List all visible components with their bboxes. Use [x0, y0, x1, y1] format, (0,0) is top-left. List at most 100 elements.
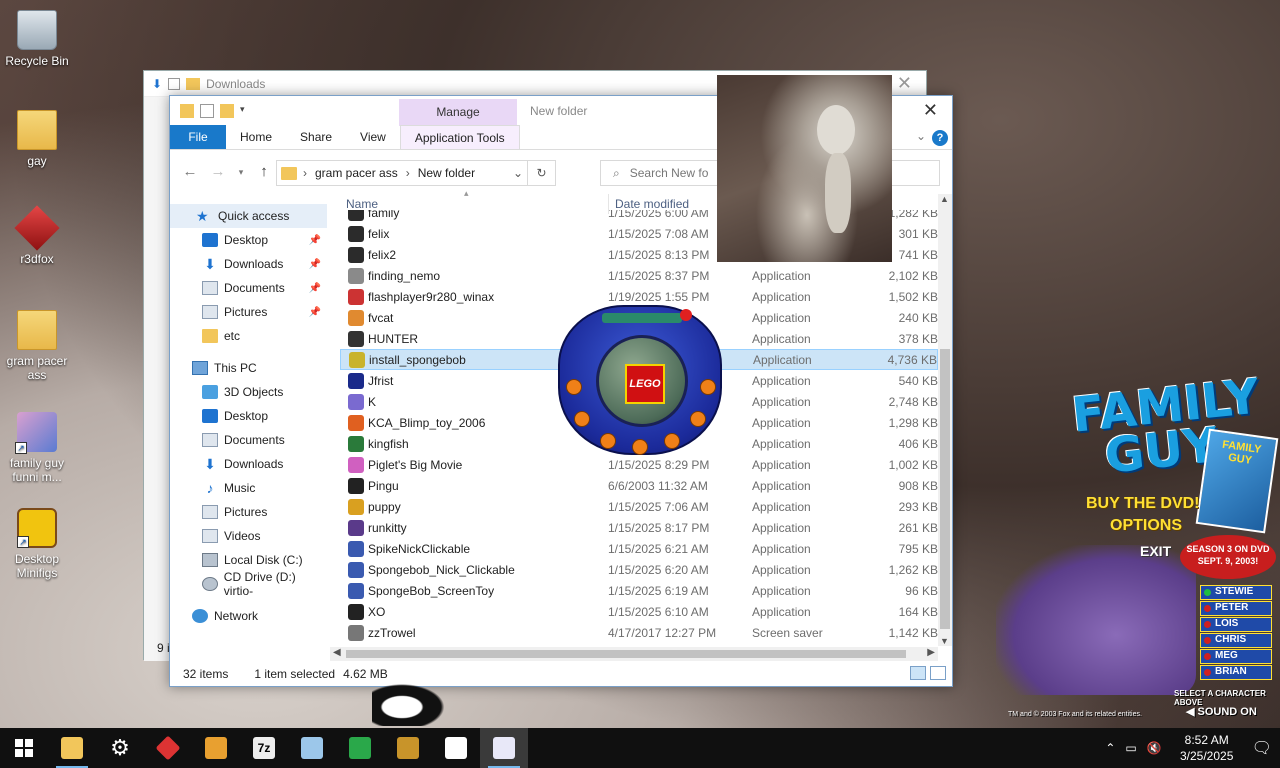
nav-pictures-pinned[interactable]: Pictures 📌 [170, 300, 327, 324]
scroll-thumb[interactable] [940, 349, 950, 629]
clock[interactable]: 8:52 AM 3/25/2025 [1172, 732, 1242, 764]
taskbar-minifigs[interactable] [384, 728, 432, 768]
character-peter[interactable]: PETER [1200, 601, 1272, 616]
file-row[interactable]: finding_nemo 1/15/2025 8:37 PM Application… [340, 265, 938, 286]
file-row[interactable]: Spongebob_Nick_Clickable 1/15/2025 6:20 A… [340, 559, 938, 580]
refresh-icon[interactable]: ↻ [527, 161, 555, 185]
desktop-icon-family-guy[interactable]: ↗ family guy funni m... [0, 412, 74, 484]
nav-3d-objects[interactable]: 3D Objects [170, 380, 327, 404]
desktop-icon-gay[interactable]: gay [0, 110, 74, 168]
lego-orange-button[interactable] [664, 433, 680, 449]
taskbar-file-explorer[interactable] [48, 728, 96, 768]
nav-etc[interactable]: etc [170, 324, 327, 348]
nav-desktop-pinned[interactable]: Desktop 📌 [170, 228, 327, 252]
tab-home[interactable]: Home [226, 125, 286, 149]
volume-muted-icon[interactable]: 🔇 [1147, 741, 1162, 755]
scroll-thumb[interactable] [346, 650, 906, 658]
lego-orange-button[interactable] [574, 411, 590, 427]
column-name[interactable]: Name [346, 197, 378, 211]
address-bar[interactable]: › gram pacer ass › New folder ⌄ ↻ [276, 160, 556, 186]
breadcrumb-root[interactable]: gram pacer ass [315, 166, 398, 180]
scroll-up-icon[interactable]: ▲ [940, 194, 949, 204]
back-arrow-icon[interactable]: ← [178, 160, 202, 184]
tab-manage[interactable]: Manage [399, 99, 517, 126]
breadcrumb-current[interactable]: New folder [418, 166, 475, 180]
chevron-up-icon[interactable]: ⌃ [1105, 741, 1115, 755]
desktop-icon-minifigs[interactable]: ↗ Desktop Minifigs [0, 508, 74, 580]
nav-downloads[interactable]: ⬇ Downloads [170, 452, 327, 476]
exit-button[interactable]: EXIT [1140, 543, 1171, 559]
lego-orange-button[interactable] [690, 411, 706, 427]
file-row[interactable]: flashplayer9r280_winax 1/19/2025 1:55 PM A… [340, 286, 938, 307]
properties-icon[interactable] [200, 104, 214, 118]
details-view-icon[interactable] [910, 666, 926, 680]
desktop-icon-recycle-bin[interactable]: Recycle Bin [0, 10, 74, 68]
tab-share[interactable]: Share [286, 125, 346, 149]
taskbar-7zip[interactable]: 7z [240, 728, 288, 768]
taskbar-settings[interactable]: ⚙ [96, 728, 144, 768]
taskbar-paw-app[interactable] [432, 728, 480, 768]
buy-dvd-button[interactable]: BUY THE DVD! [1086, 495, 1200, 513]
file-row[interactable]: puppy 1/15/2025 7:06 AM Application 293 KB [340, 496, 938, 517]
chevron-down-icon[interactable]: ▾ [240, 104, 254, 118]
notification-icon[interactable]: 🗨 [1252, 738, 1272, 758]
scroll-right-icon[interactable]: ▶ [927, 647, 935, 658]
desktop-icon-r3dfox[interactable]: r3dfox [0, 205, 74, 266]
horizontal-scrollbar[interactable]: ◀ ▶ [330, 647, 938, 661]
taskbar-app-purple[interactable] [336, 728, 384, 768]
nav-documents[interactable]: Documents [170, 428, 327, 452]
character-chris[interactable]: CHRIS [1200, 633, 1272, 648]
recent-locations-icon[interactable]: ▾ [234, 160, 248, 184]
new-folder-icon[interactable] [220, 104, 234, 118]
nav-music[interactable]: ♪ Music [170, 476, 327, 500]
lego-widget[interactable]: LEGO [558, 305, 722, 460]
sound-toggle[interactable]: ◀ SOUND ON [1186, 705, 1257, 718]
character-lois[interactable]: LOIS [1200, 617, 1272, 632]
desktop-icon-gram-pacer-ass[interactable]: gram pacer ass [0, 310, 74, 382]
close-icon[interactable]: ✕ [923, 100, 938, 121]
options-button[interactable]: OPTIONS [1110, 517, 1182, 535]
nav-this-pc[interactable]: This PC [170, 356, 327, 380]
file-row[interactable]: runkitty 1/15/2025 8:17 PM Application 261 … [340, 517, 938, 538]
file-row[interactable]: Pingu 6/6/2003 11:32 AM Application 908 KB [340, 475, 938, 496]
file-row[interactable]: SpikeNickClickable 1/15/2025 6:21 AM Appli… [340, 538, 938, 559]
taskbar-media-player[interactable] [192, 728, 240, 768]
lego-orange-button[interactable] [566, 379, 582, 395]
lego-red-button[interactable] [680, 309, 692, 321]
nav-quick-access[interactable]: ★ Quick access [170, 204, 327, 228]
nav-cd-drive[interactable]: CD Drive (D:) virtio- [170, 570, 327, 598]
tab-file[interactable]: File [170, 125, 226, 149]
taskbar-r3dfox[interactable] [144, 728, 192, 768]
lego-orange-button[interactable] [700, 379, 716, 395]
chevron-down-icon[interactable]: ⌄ [513, 166, 523, 180]
nav-downloads-pinned[interactable]: ⬇ Downloads 📌 [170, 252, 327, 276]
taskbar-notepad[interactable] [288, 728, 336, 768]
close-icon[interactable]: ✕ [897, 73, 912, 94]
nav-network[interactable]: Network [170, 604, 327, 628]
nav-desktop[interactable]: Desktop [170, 404, 327, 428]
tab-application-tools[interactable]: Application Tools [399, 125, 520, 149]
start-button[interactable] [0, 728, 48, 768]
nav-documents-pinned[interactable]: Documents 📌 [170, 276, 327, 300]
file-row[interactable]: SpongeBob_ScreenToy 1/15/2025 6:19 AM Appl… [340, 580, 938, 601]
chevron-right-icon[interactable]: › [406, 166, 410, 180]
file-row[interactable]: XO 1/15/2025 6:10 AM Application 164 KB [340, 601, 938, 622]
chevron-right-icon[interactable]: › [303, 166, 307, 180]
tab-view[interactable]: View [346, 125, 400, 149]
vertical-scrollbar[interactable]: ▲ ▼ [938, 194, 952, 646]
character-brian[interactable]: BRIAN [1200, 665, 1272, 680]
nav-local-disk[interactable]: Local Disk (C:) [170, 548, 327, 572]
forward-arrow-icon[interactable]: → [206, 160, 230, 184]
nav-videos[interactable]: Videos [170, 524, 327, 548]
nav-pictures[interactable]: Pictures [170, 500, 327, 524]
character-meg[interactable]: MEG [1200, 649, 1272, 664]
scroll-left-icon[interactable]: ◀ [333, 647, 341, 658]
scroll-down-icon[interactable]: ▼ [940, 636, 949, 646]
character-stewie[interactable]: STEWIE [1200, 585, 1272, 600]
taskbar-active-app[interactable] [480, 728, 528, 768]
expand-ribbon-icon[interactable]: ⌄ [916, 129, 926, 143]
lego-orange-button[interactable] [632, 439, 648, 455]
lego-orange-button[interactable] [600, 433, 616, 449]
large-icons-view-icon[interactable] [930, 666, 946, 680]
file-row[interactable]: zzTrowel 4/17/2017 12:27 PM Screen saver 1,… [340, 622, 938, 643]
